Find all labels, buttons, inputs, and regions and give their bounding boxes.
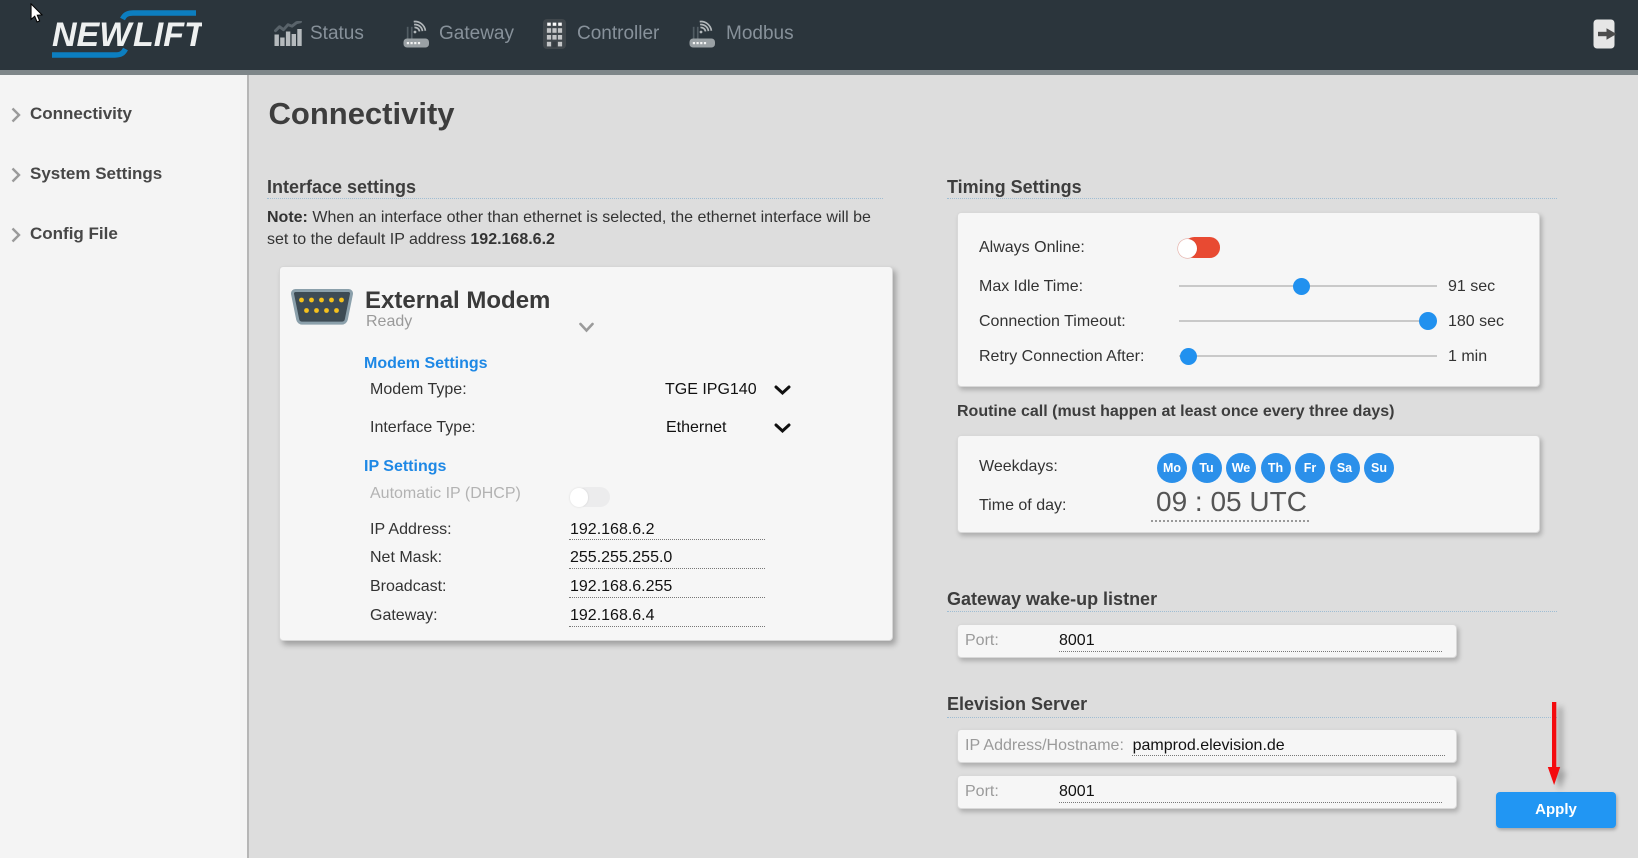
svg-text:NEW: NEW [52, 16, 134, 54]
svg-text:LIFT: LIFT [133, 16, 202, 54]
